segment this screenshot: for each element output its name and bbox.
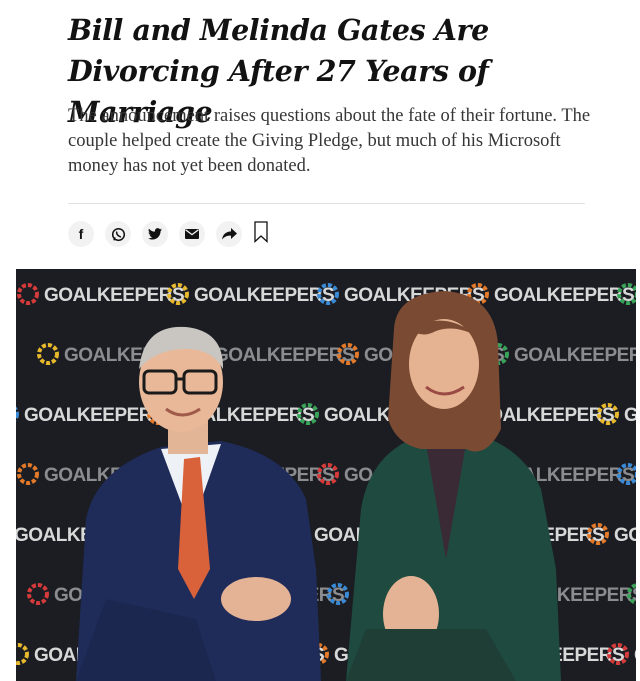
- backdrop-wordmark: GOALKEEPERS: [624, 405, 636, 426]
- share-arrow-icon: [221, 228, 237, 240]
- email-share-button[interactable]: [179, 221, 205, 247]
- backdrop-wordmark: GOALKEEPERS: [614, 525, 636, 546]
- backdrop-wordmark: GOALKEEPERS: [24, 405, 164, 426]
- email-icon: [185, 229, 199, 239]
- share-more-button[interactable]: [216, 221, 242, 247]
- article-photo: GOALKEEPERS GOALKEEPERS GOALKEEPERS GOALKEE…: [16, 269, 636, 681]
- whatsapp-icon: [111, 227, 125, 241]
- twitter-share-button[interactable]: [142, 221, 168, 247]
- backdrop-wordmark: GOALKEEPERS: [514, 345, 636, 366]
- bookmark-icon: [254, 221, 268, 243]
- backdrop-wordmark: GOALKEEPERS: [634, 645, 636, 666]
- facebook-share-button[interactable]: f: [68, 221, 94, 247]
- whatsapp-share-button[interactable]: [105, 221, 131, 247]
- backdrop-wordmark: GOALKEEPERS: [214, 345, 354, 366]
- divider: [68, 203, 585, 204]
- backdrop-wordmark: GOALKEEPERS: [494, 285, 634, 306]
- backdrop-wordmark: GOALKEEPERS: [194, 285, 334, 306]
- share-toolbar: f: [68, 220, 270, 248]
- save-bookmark-button[interactable]: [254, 221, 270, 247]
- facebook-icon: f: [78, 226, 84, 242]
- article-summary: The announcement raises questions about …: [68, 106, 591, 176]
- backdrop-wordmark: GOALKEEPERS: [44, 285, 184, 306]
- twitter-icon: [148, 228, 162, 240]
